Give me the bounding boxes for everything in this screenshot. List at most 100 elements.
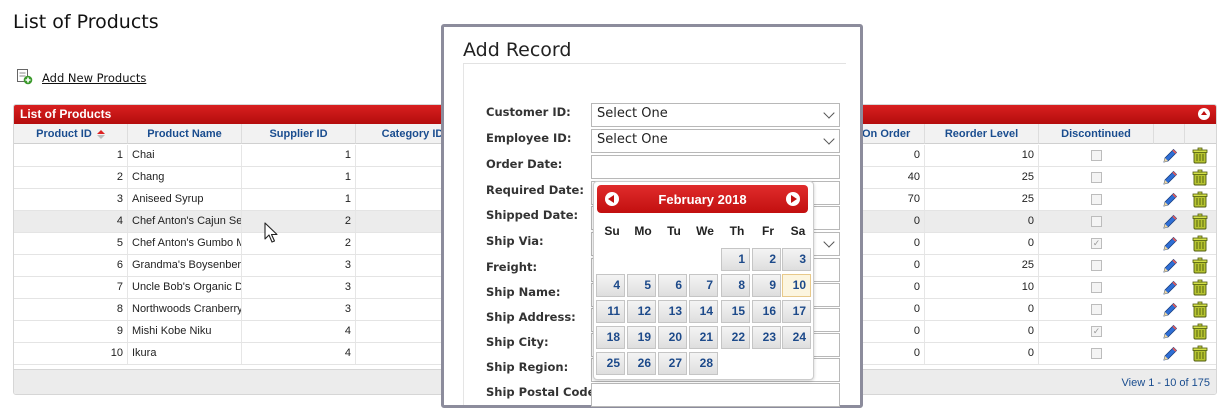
cell-product-name: Chef Anton's Cajun Se	[128, 211, 242, 232]
cell-product-id: 10	[14, 343, 128, 364]
calendar-day[interactable]: 12	[627, 300, 656, 323]
calendar-day[interactable]: 21	[689, 326, 718, 349]
cell-reorder-level: 25	[925, 255, 1039, 276]
cell-product-name: Chef Anton's Gumbo M	[128, 233, 242, 254]
calendar-day[interactable]: 23	[752, 326, 781, 349]
discontinued-checkbox[interactable]	[1091, 304, 1102, 315]
delete-trash-icon[interactable]	[1191, 345, 1209, 366]
delete-trash-icon[interactable]	[1191, 169, 1209, 190]
text-field[interactable]	[591, 383, 840, 407]
column-header-product-name[interactable]: Product Name	[128, 124, 242, 144]
mouse-cursor-icon	[264, 222, 278, 243]
calendar-day[interactable]: 6	[658, 274, 687, 297]
discontinued-checkbox[interactable]	[1091, 216, 1102, 227]
column-header-discontinued[interactable]: Discontinued	[1039, 124, 1154, 144]
discontinued-checkbox[interactable]: ✓	[1091, 238, 1102, 249]
delete-trash-icon[interactable]	[1191, 235, 1209, 256]
delete-trash-icon[interactable]	[1191, 147, 1209, 168]
calendar-day[interactable]: 11	[596, 300, 625, 323]
delete-trash-icon[interactable]	[1191, 191, 1209, 212]
cell-supplier-id: 4	[242, 321, 356, 342]
calendar-day[interactable]: 9	[752, 274, 781, 297]
column-header-supplier-id[interactable]: Supplier ID	[242, 124, 356, 144]
discontinued-checkbox[interactable]	[1091, 260, 1102, 271]
cell-supplier-id: 1	[242, 189, 356, 210]
add-new-products-link[interactable]: Add New Products	[16, 68, 146, 88]
date-picker: February 2018 Su Mo Tu We Th Fr Sa 1 2 3 4 5 6 7 8 9 10 1…	[593, 181, 814, 380]
column-header-product-id[interactable]: Product ID	[14, 124, 128, 144]
edit-pencil-icon[interactable]	[1161, 147, 1179, 168]
discontinued-checkbox[interactable]	[1091, 282, 1102, 293]
collapse-grid-icon[interactable]	[1198, 108, 1210, 120]
calendar-day[interactable]: 26	[627, 352, 656, 375]
field-label: Order Date:	[486, 157, 563, 171]
calendar-day[interactable]: 16	[752, 300, 781, 323]
edit-pencil-icon[interactable]	[1161, 235, 1179, 256]
calendar-day[interactable]: 15	[721, 300, 750, 323]
weekday-label: Th	[729, 224, 745, 238]
cell-reorder-level: 25	[925, 167, 1039, 188]
field-label: Ship City:	[486, 335, 549, 349]
view-records-text: View 1 - 10 of 175	[1121, 377, 1210, 389]
calendar-day[interactable]: 24	[782, 326, 811, 349]
cell-product-id: 6	[14, 255, 128, 276]
next-month-icon[interactable]	[786, 192, 800, 206]
dialog-title: Add Record	[463, 39, 572, 61]
cell-product-id: 5	[14, 233, 128, 254]
edit-pencil-icon[interactable]	[1161, 345, 1179, 366]
edit-pencil-icon[interactable]	[1161, 279, 1179, 300]
calendar-day[interactable]: 1	[721, 248, 750, 271]
calendar-day[interactable]: 14	[689, 300, 718, 323]
text-field[interactable]	[591, 155, 840, 179]
calendar-day[interactable]: 4	[596, 274, 625, 297]
calendar-day[interactable]: 10	[782, 274, 811, 297]
weekday-label: We	[696, 224, 714, 238]
discontinued-checkbox[interactable]	[1091, 194, 1102, 205]
cell-supplier-id: 1	[242, 145, 356, 166]
calendar-day[interactable]: 2	[752, 248, 781, 271]
cell-product-id: 3	[14, 189, 128, 210]
delete-trash-icon[interactable]	[1191, 213, 1209, 234]
calendar-day[interactable]: 7	[689, 274, 718, 297]
calendar-day[interactable]: 22	[721, 326, 750, 349]
calendar-day[interactable]: 17	[782, 300, 811, 323]
column-header-delete	[1185, 124, 1216, 144]
delete-trash-icon[interactable]	[1191, 323, 1209, 344]
edit-pencil-icon[interactable]	[1161, 169, 1179, 190]
edit-pencil-icon[interactable]	[1161, 323, 1179, 344]
select-field[interactable]: Select One	[591, 103, 840, 127]
delete-trash-icon[interactable]	[1191, 279, 1209, 300]
discontinued-checkbox[interactable]: ✓	[1091, 326, 1102, 337]
cell-reorder-level: 10	[925, 145, 1039, 166]
column-header-label: Product ID	[36, 128, 92, 140]
weekday-label: Sa	[790, 224, 806, 238]
field-label: Ship Name:	[486, 285, 561, 299]
select-field[interactable]: Select One	[591, 129, 840, 153]
calendar-day[interactable]: 19	[627, 326, 656, 349]
field-label: Shipped Date:	[486, 208, 579, 222]
column-header-reorder-level[interactable]: Reorder Level	[925, 124, 1039, 144]
calendar-day[interactable]: 28	[689, 352, 718, 375]
discontinued-checkbox[interactable]	[1091, 348, 1102, 359]
calendar-day[interactable]: 27	[658, 352, 687, 375]
weekday-label: Tu	[667, 224, 681, 238]
add-new-products-label: Add New Products	[42, 71, 147, 85]
calendar-day[interactable]: 20	[658, 326, 687, 349]
edit-pencil-icon[interactable]	[1161, 191, 1179, 212]
cell-reorder-level: 0	[925, 299, 1039, 320]
calendar-day[interactable]: 25	[596, 352, 625, 375]
delete-trash-icon[interactable]	[1191, 301, 1209, 322]
calendar-day[interactable]: 13	[658, 300, 687, 323]
field-label: Required Date:	[486, 183, 584, 197]
calendar-day[interactable]: 5	[627, 274, 656, 297]
discontinued-checkbox[interactable]	[1091, 172, 1102, 183]
discontinued-checkbox[interactable]	[1091, 150, 1102, 161]
cell-product-id: 8	[14, 299, 128, 320]
calendar-day[interactable]: 8	[721, 274, 750, 297]
edit-pencil-icon[interactable]	[1161, 301, 1179, 322]
calendar-day[interactable]: 3	[782, 248, 811, 271]
calendar-day[interactable]: 18	[596, 326, 625, 349]
edit-pencil-icon[interactable]	[1161, 257, 1179, 278]
edit-pencil-icon[interactable]	[1161, 213, 1179, 234]
delete-trash-icon[interactable]	[1191, 257, 1209, 278]
